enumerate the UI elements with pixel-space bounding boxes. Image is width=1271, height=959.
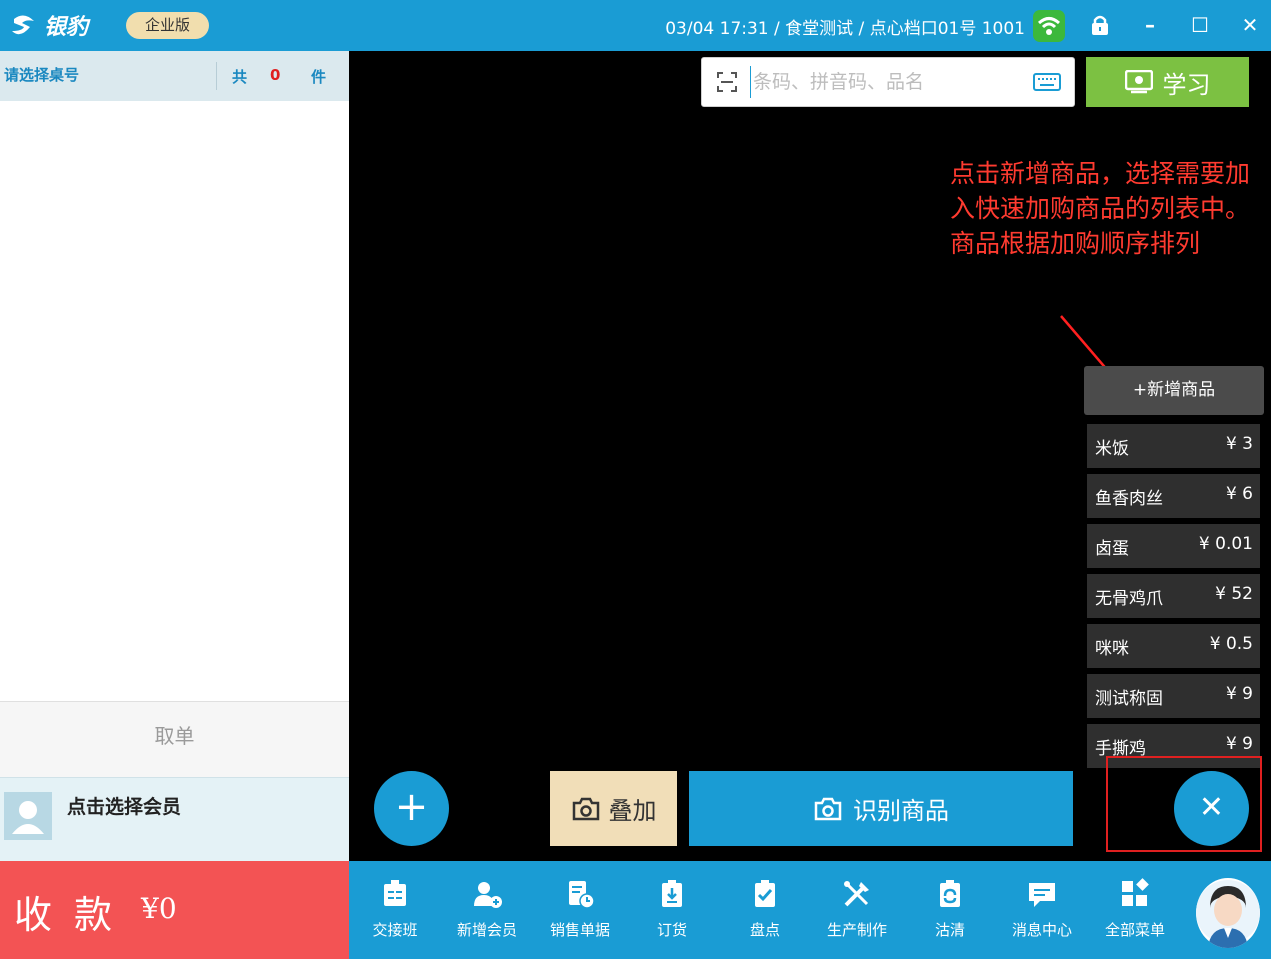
logo-text: 银豹 bbox=[44, 15, 89, 40]
member-prompt[interactable]: 点击选择会员 bbox=[67, 792, 181, 819]
keyboard-icon[interactable] bbox=[1033, 72, 1061, 92]
table-select-button[interactable]: 请选择桌号 bbox=[4, 64, 79, 85]
nav-label: 消息中心 bbox=[1011, 921, 1072, 939]
search-input[interactable] bbox=[750, 66, 1020, 98]
close-quick-list-button[interactable]: ✕ bbox=[1174, 771, 1249, 846]
product-price: ¥ 9 bbox=[1225, 684, 1253, 704]
maximize-button[interactable]: ☐ bbox=[1186, 10, 1214, 40]
all-menu-icon bbox=[1119, 878, 1151, 910]
product-name: 咪咪 bbox=[1095, 639, 1129, 659]
tutorial-annotation: 点击新增商品，选择需要加入快速加购商品的列表中。商品根据加购顺序排列 bbox=[950, 159, 1251, 258]
learn-button[interactable]: 学习 bbox=[1086, 57, 1249, 107]
handover-icon bbox=[379, 878, 411, 910]
product-price: ¥ 9 bbox=[1225, 734, 1253, 754]
product-price: ¥ 3 bbox=[1225, 434, 1253, 454]
member-selector[interactable] bbox=[0, 777, 349, 861]
identify-label: 识别商品 bbox=[853, 797, 949, 825]
maximize-icon: ☐ bbox=[1191, 13, 1209, 37]
nav-item[interactable]: 全部菜单 bbox=[1095, 878, 1175, 940]
add-button[interactable]: + bbox=[374, 771, 449, 846]
quick-product-item[interactable]: 鱼香肉丝 ¥ 6 bbox=[1087, 474, 1260, 518]
nav-item[interactable]: 订货 bbox=[632, 878, 712, 940]
nav-item[interactable]: 消息中心 bbox=[1002, 878, 1082, 940]
product-name: 米饭 bbox=[1095, 439, 1129, 459]
add-product-button[interactable]: +新增商品 bbox=[1084, 366, 1264, 415]
member-avatar-icon bbox=[4, 792, 52, 840]
quick-product-item[interactable]: 测试称固 ¥ 9 bbox=[1087, 674, 1260, 718]
stack-label: 叠加 bbox=[608, 797, 657, 825]
close-window-button[interactable]: ✕ bbox=[1236, 10, 1264, 40]
product-price: ¥ 0.5 bbox=[1209, 634, 1253, 654]
nav-label: 全部菜单 bbox=[1104, 921, 1165, 939]
nav-item[interactable]: 生产制作 bbox=[817, 878, 897, 940]
production-icon bbox=[841, 878, 873, 910]
edition-badge: 企业版 bbox=[126, 12, 209, 39]
item-count-label: 共 bbox=[232, 68, 248, 86]
nav-label: 销售单据 bbox=[549, 921, 610, 939]
item-count-value: 0 bbox=[270, 66, 281, 84]
quick-product-item[interactable]: 咪咪 ¥ 0.5 bbox=[1087, 624, 1260, 668]
minimize-button[interactable]: – bbox=[1136, 10, 1164, 40]
nav-label: 新增会员 bbox=[456, 921, 517, 939]
wifi-icon[interactable] bbox=[1033, 10, 1065, 42]
product-price: ¥ 52 bbox=[1215, 584, 1253, 604]
product-name: 无骨鸡爪 bbox=[1095, 589, 1163, 609]
scan-icon[interactable] bbox=[716, 71, 738, 93]
lock-icon[interactable] bbox=[1088, 13, 1112, 37]
message-center-icon bbox=[1026, 878, 1058, 910]
pay-amount[interactable]: ¥0 bbox=[141, 892, 177, 925]
sales-receipt-icon bbox=[564, 878, 596, 910]
add-member-icon bbox=[471, 878, 503, 910]
divider bbox=[216, 62, 217, 90]
nav-item[interactable]: 盘点 bbox=[725, 878, 805, 940]
nav-label: 生产制作 bbox=[826, 921, 887, 939]
stack-button[interactable]: 叠加 bbox=[550, 771, 677, 846]
nav-item[interactable]: 交接班 bbox=[355, 878, 435, 940]
identify-product-button[interactable]: 识别商品 bbox=[689, 771, 1073, 846]
product-price: ¥ 6 bbox=[1225, 484, 1253, 504]
item-count-unit: 件 bbox=[311, 68, 327, 86]
store-info: 03/04 17:31 / 食堂测试 / 点心档口01号 1001 bbox=[665, 19, 1025, 39]
nav-item[interactable]: 新增会员 bbox=[447, 878, 527, 940]
nav-item[interactable]: 销售单据 bbox=[540, 878, 620, 940]
quick-product-item[interactable]: 米饭 ¥ 3 bbox=[1087, 424, 1260, 468]
close-icon: ✕ bbox=[1241, 13, 1259, 37]
minimize-icon: – bbox=[1145, 13, 1155, 37]
order-goods-icon bbox=[656, 878, 688, 910]
retrieve-order-button[interactable]: 取单 bbox=[0, 720, 349, 749]
nav-label: 订货 bbox=[656, 921, 687, 939]
nav-label: 交接班 bbox=[372, 921, 418, 939]
inventory-check-icon bbox=[749, 878, 781, 910]
nav-item[interactable]: 沽清 bbox=[910, 878, 990, 940]
camera-icon bbox=[572, 797, 599, 820]
assistant-avatar[interactable] bbox=[1196, 878, 1260, 948]
quick-product-item[interactable]: 卤蛋 ¥ 0.01 bbox=[1087, 524, 1260, 568]
pay-label[interactable]: 收款 bbox=[14, 884, 134, 939]
logo-mark-icon bbox=[12, 15, 34, 35]
camera-icon bbox=[814, 797, 842, 820]
learn-label: 学习 bbox=[1162, 70, 1211, 99]
product-name: 卤蛋 bbox=[1095, 539, 1129, 559]
nav-label: 沽清 bbox=[934, 921, 965, 939]
quick-product-item[interactable]: 无骨鸡爪 ¥ 52 bbox=[1087, 574, 1260, 618]
nav-label: 盘点 bbox=[749, 921, 780, 939]
product-name: 鱼香肉丝 bbox=[1095, 489, 1163, 509]
learn-icon bbox=[1124, 70, 1153, 94]
product-price: ¥ 0.01 bbox=[1198, 534, 1253, 554]
app-logo: 银豹 bbox=[10, 9, 88, 41]
product-name: 测试称固 bbox=[1095, 689, 1163, 709]
sold-out-icon bbox=[934, 878, 966, 910]
